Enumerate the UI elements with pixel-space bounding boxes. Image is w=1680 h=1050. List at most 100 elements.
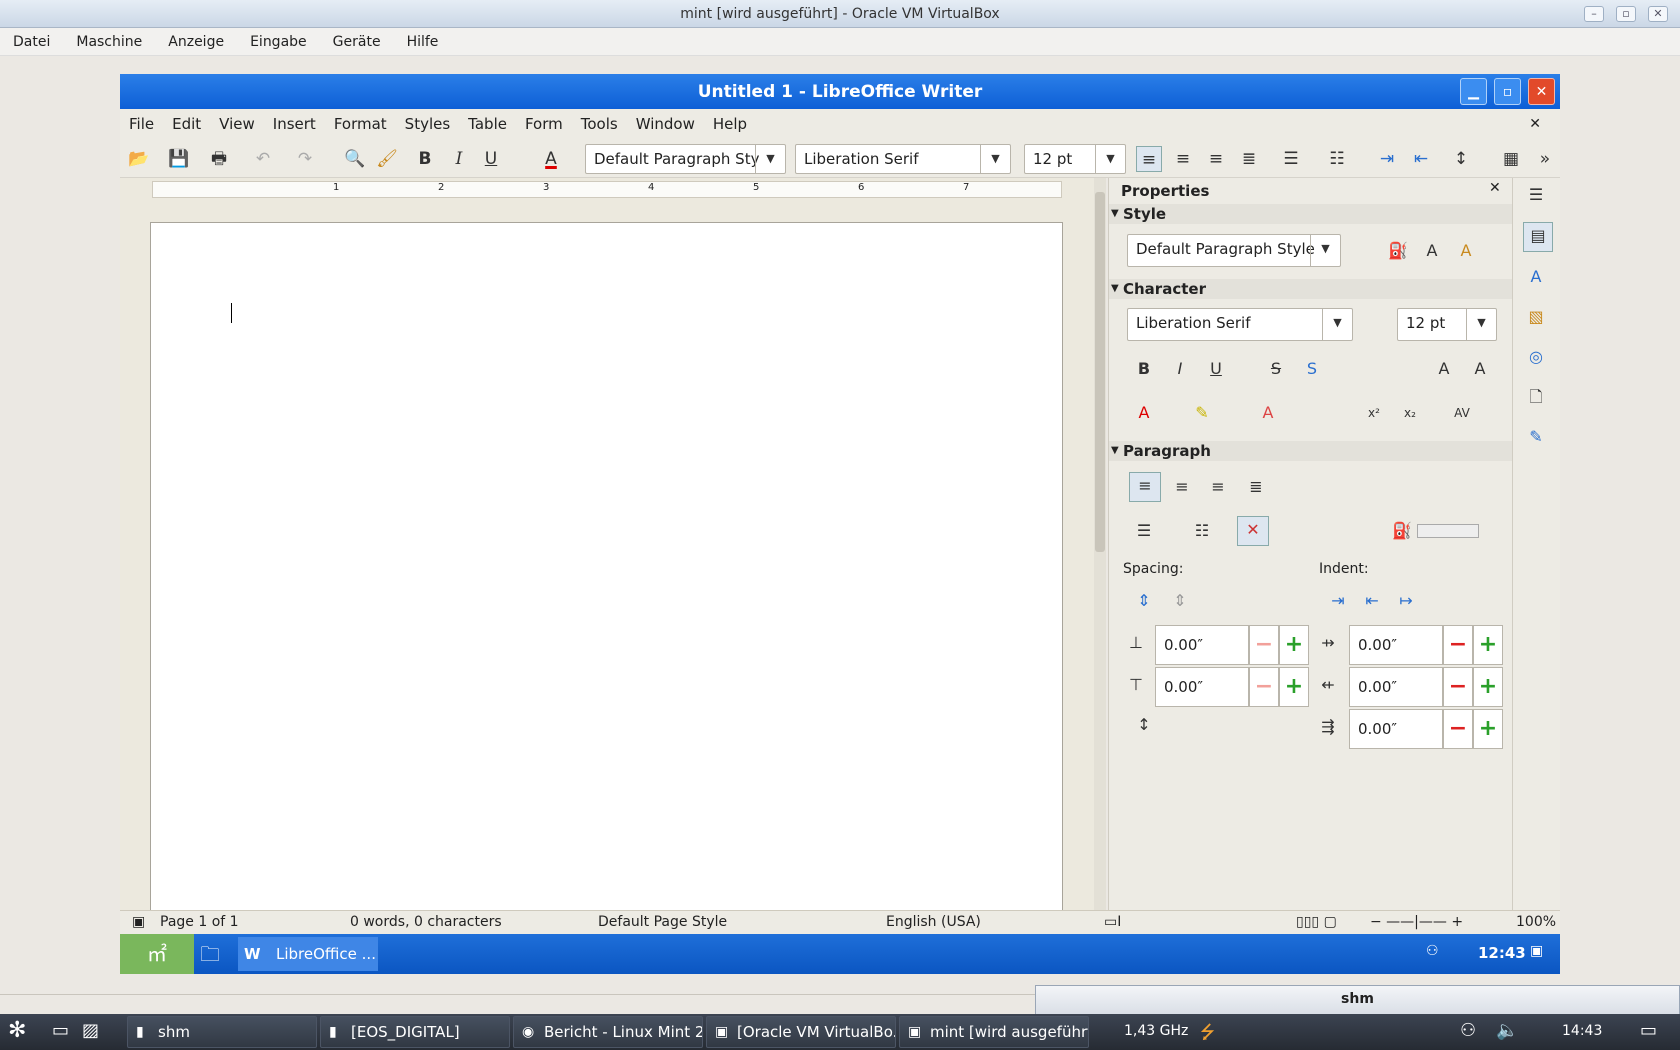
find-replace-icon[interactable]: 🔍 (342, 146, 368, 172)
gnome-foot-icon[interactable]: ✻ (8, 1018, 26, 1043)
mint-menu-icon[interactable]: ㎡ (120, 934, 194, 974)
italic-button[interactable]: I (446, 146, 472, 172)
fill-format-icon[interactable]: ⛽ (1385, 238, 1411, 264)
terminal-icon[interactable]: ▭ (52, 1020, 69, 1041)
sidebar-bullets-icon[interactable]: ☰ (1131, 518, 1157, 544)
menu-view[interactable]: View (210, 115, 264, 133)
horizontal-ruler[interactable]: 1 2 3 4 5 6 7 (152, 181, 1062, 198)
indent-decrease-icon[interactable]: ⇤ (1359, 588, 1385, 614)
writer-maximize-button[interactable]: ▫ (1494, 78, 1521, 105)
before-indent-field[interactable]: 0.00″ (1349, 625, 1443, 665)
menu-form[interactable]: Form (516, 115, 572, 133)
redo-icon[interactable]: ↷ (292, 146, 318, 172)
no-list-icon[interactable]: ✕ (1237, 516, 1269, 546)
volume-icon[interactable]: 🔈 (1496, 1020, 1518, 1041)
menu-window[interactable]: Window (627, 115, 704, 133)
menu-edit[interactable]: Edit (163, 115, 210, 133)
after-indent-decrease[interactable]: − (1443, 667, 1473, 707)
decrease-font-icon[interactable]: A (1467, 356, 1493, 382)
sidebar-font-color-icon[interactable]: A (1131, 400, 1157, 426)
hanging-indent-icon[interactable]: ↦ (1393, 588, 1419, 614)
character-spacing-icon[interactable]: AV (1449, 400, 1475, 426)
indent-increase-icon[interactable]: ⇥ (1325, 588, 1351, 614)
open-icon[interactable]: 📂 (126, 146, 152, 172)
manage-changes-tab-icon[interactable]: ✎ (1523, 424, 1549, 450)
network-icon[interactable]: ⚇ (1460, 1020, 1476, 1041)
numbered-list-icon[interactable]: ☷ (1324, 146, 1350, 172)
update-style-icon[interactable]: A (1453, 238, 1479, 264)
menu-geraete[interactable]: Geräte (320, 34, 394, 50)
insert-table-icon[interactable]: ▦ (1498, 146, 1524, 172)
highlight-color-icon[interactable]: ✎ (1189, 400, 1215, 426)
sidebar-bold-button[interactable]: B (1131, 356, 1157, 382)
decrease-indent-icon[interactable]: ⇤ (1408, 146, 1434, 172)
increase-font-icon[interactable]: A (1431, 356, 1457, 382)
increase-spacing-icon[interactable]: ⇕ (1131, 588, 1157, 614)
file-manager-icon[interactable]: 🗀 (200, 940, 220, 974)
above-spacing-increase[interactable]: + (1279, 625, 1309, 665)
zoom-level[interactable]: 100% (1516, 914, 1556, 930)
superscript-icon[interactable]: x² (1361, 400, 1387, 426)
view-layout-icons[interactable]: ▯▯▯ ▢ (1296, 914, 1337, 930)
network-icon[interactable]: ⚇ (1426, 943, 1439, 959)
zoom-slider[interactable]: − ——|—— + (1370, 914, 1463, 930)
character-section-header[interactable]: ▼ Character (1109, 279, 1513, 299)
close-button[interactable]: ✕ (1648, 6, 1668, 22)
sidebar-align-right-icon[interactable]: ≡ (1205, 474, 1231, 500)
usb-icon[interactable]: ⭍ (1200, 1020, 1215, 1050)
page-tab-icon[interactable]: 🗋 (1523, 384, 1549, 410)
save-icon[interactable]: 💾 (166, 146, 192, 172)
bold-button[interactable]: B (412, 146, 438, 172)
guest-clock[interactable]: 12:43 (1478, 944, 1526, 962)
justify-icon[interactable]: ≣ (1236, 146, 1262, 172)
styles-tab-icon[interactable]: A (1523, 264, 1549, 290)
below-spacing-field[interactable]: 0.00″ (1155, 667, 1249, 707)
menu-eingabe[interactable]: Eingabe (237, 34, 320, 50)
before-indent-increase[interactable]: + (1473, 625, 1503, 665)
menu-insert[interactable]: Insert (264, 115, 325, 133)
after-indent-field[interactable]: 0.00″ (1349, 667, 1443, 707)
paragraph-background-icon[interactable]: ⛽ (1389, 518, 1415, 544)
paragraph-style-dropdown[interactable]: Default Paragraph Sty ▼ (585, 144, 786, 174)
subscript-icon[interactable]: x₂ (1397, 400, 1423, 426)
first-line-indent-increase[interactable]: + (1473, 709, 1503, 749)
align-left-icon[interactable]: ≡ (1136, 146, 1162, 172)
clone-formatting-icon[interactable]: 🖌 (374, 146, 400, 172)
font-color-button[interactable]: A (538, 146, 564, 172)
sidebar-align-center-icon[interactable]: ≡ (1169, 474, 1195, 500)
writer-close-button[interactable]: ✕ (1528, 78, 1555, 105)
host-clock[interactable]: 14:43 (1562, 1023, 1602, 1039)
properties-tab-icon[interactable]: ▤ (1523, 222, 1553, 252)
minimize-button[interactable]: – (1584, 6, 1604, 22)
align-center-icon[interactable]: ≡ (1170, 146, 1196, 172)
notifications-icon[interactable]: ▣ (1530, 943, 1543, 959)
taskbar-virtualbox-manager[interactable]: ▣ [Oracle VM VirtualBo... (706, 1016, 896, 1048)
language[interactable]: English (USA) (886, 914, 981, 930)
print-icon[interactable]: 🖶 (206, 146, 232, 172)
navigator-tab-icon[interactable]: ◎ (1523, 344, 1549, 370)
menu-tools[interactable]: Tools (572, 115, 627, 133)
taskbar-eos-digital[interactable]: ▮ [EOS_DIGITAL] (320, 1016, 510, 1048)
word-count[interactable]: 0 words, 0 characters (350, 914, 502, 930)
menu-anzeige[interactable]: Anzeige (155, 34, 237, 50)
undo-icon[interactable]: ↶ (250, 146, 276, 172)
sidebar-font-size-dropdown[interactable]: 12 pt ▼ (1397, 308, 1497, 341)
shadow-button[interactable]: S (1299, 356, 1325, 382)
menu-maschine[interactable]: Maschine (63, 34, 155, 50)
sidebar-italic-button[interactable]: I (1167, 356, 1193, 382)
cpu-frequency[interactable]: 1,43 GHz (1124, 1023, 1188, 1039)
sidebar-paragraph-style-dropdown[interactable]: Default Paragraph Style ▼ (1127, 234, 1341, 267)
menu-hilfe[interactable]: Hilfe (394, 34, 452, 50)
scrollbar-thumb[interactable] (1095, 192, 1105, 552)
font-name-dropdown[interactable]: Liberation Serif ▼ (795, 144, 1011, 174)
above-spacing-decrease[interactable]: − (1249, 625, 1279, 665)
before-indent-decrease[interactable]: − (1443, 625, 1473, 665)
menu-table[interactable]: Table (459, 115, 516, 133)
page-style[interactable]: Default Page Style (598, 914, 727, 930)
menu-datei[interactable]: Datei (0, 34, 63, 50)
above-spacing-field[interactable]: 0.00″ (1155, 625, 1249, 665)
writer-minimize-button[interactable]: ▁ (1460, 78, 1487, 105)
more-tools-icon[interactable]: » (1532, 146, 1558, 172)
show-desktop-icon[interactable]: ▭ (1640, 1020, 1657, 1041)
below-spacing-increase[interactable]: + (1279, 667, 1309, 707)
